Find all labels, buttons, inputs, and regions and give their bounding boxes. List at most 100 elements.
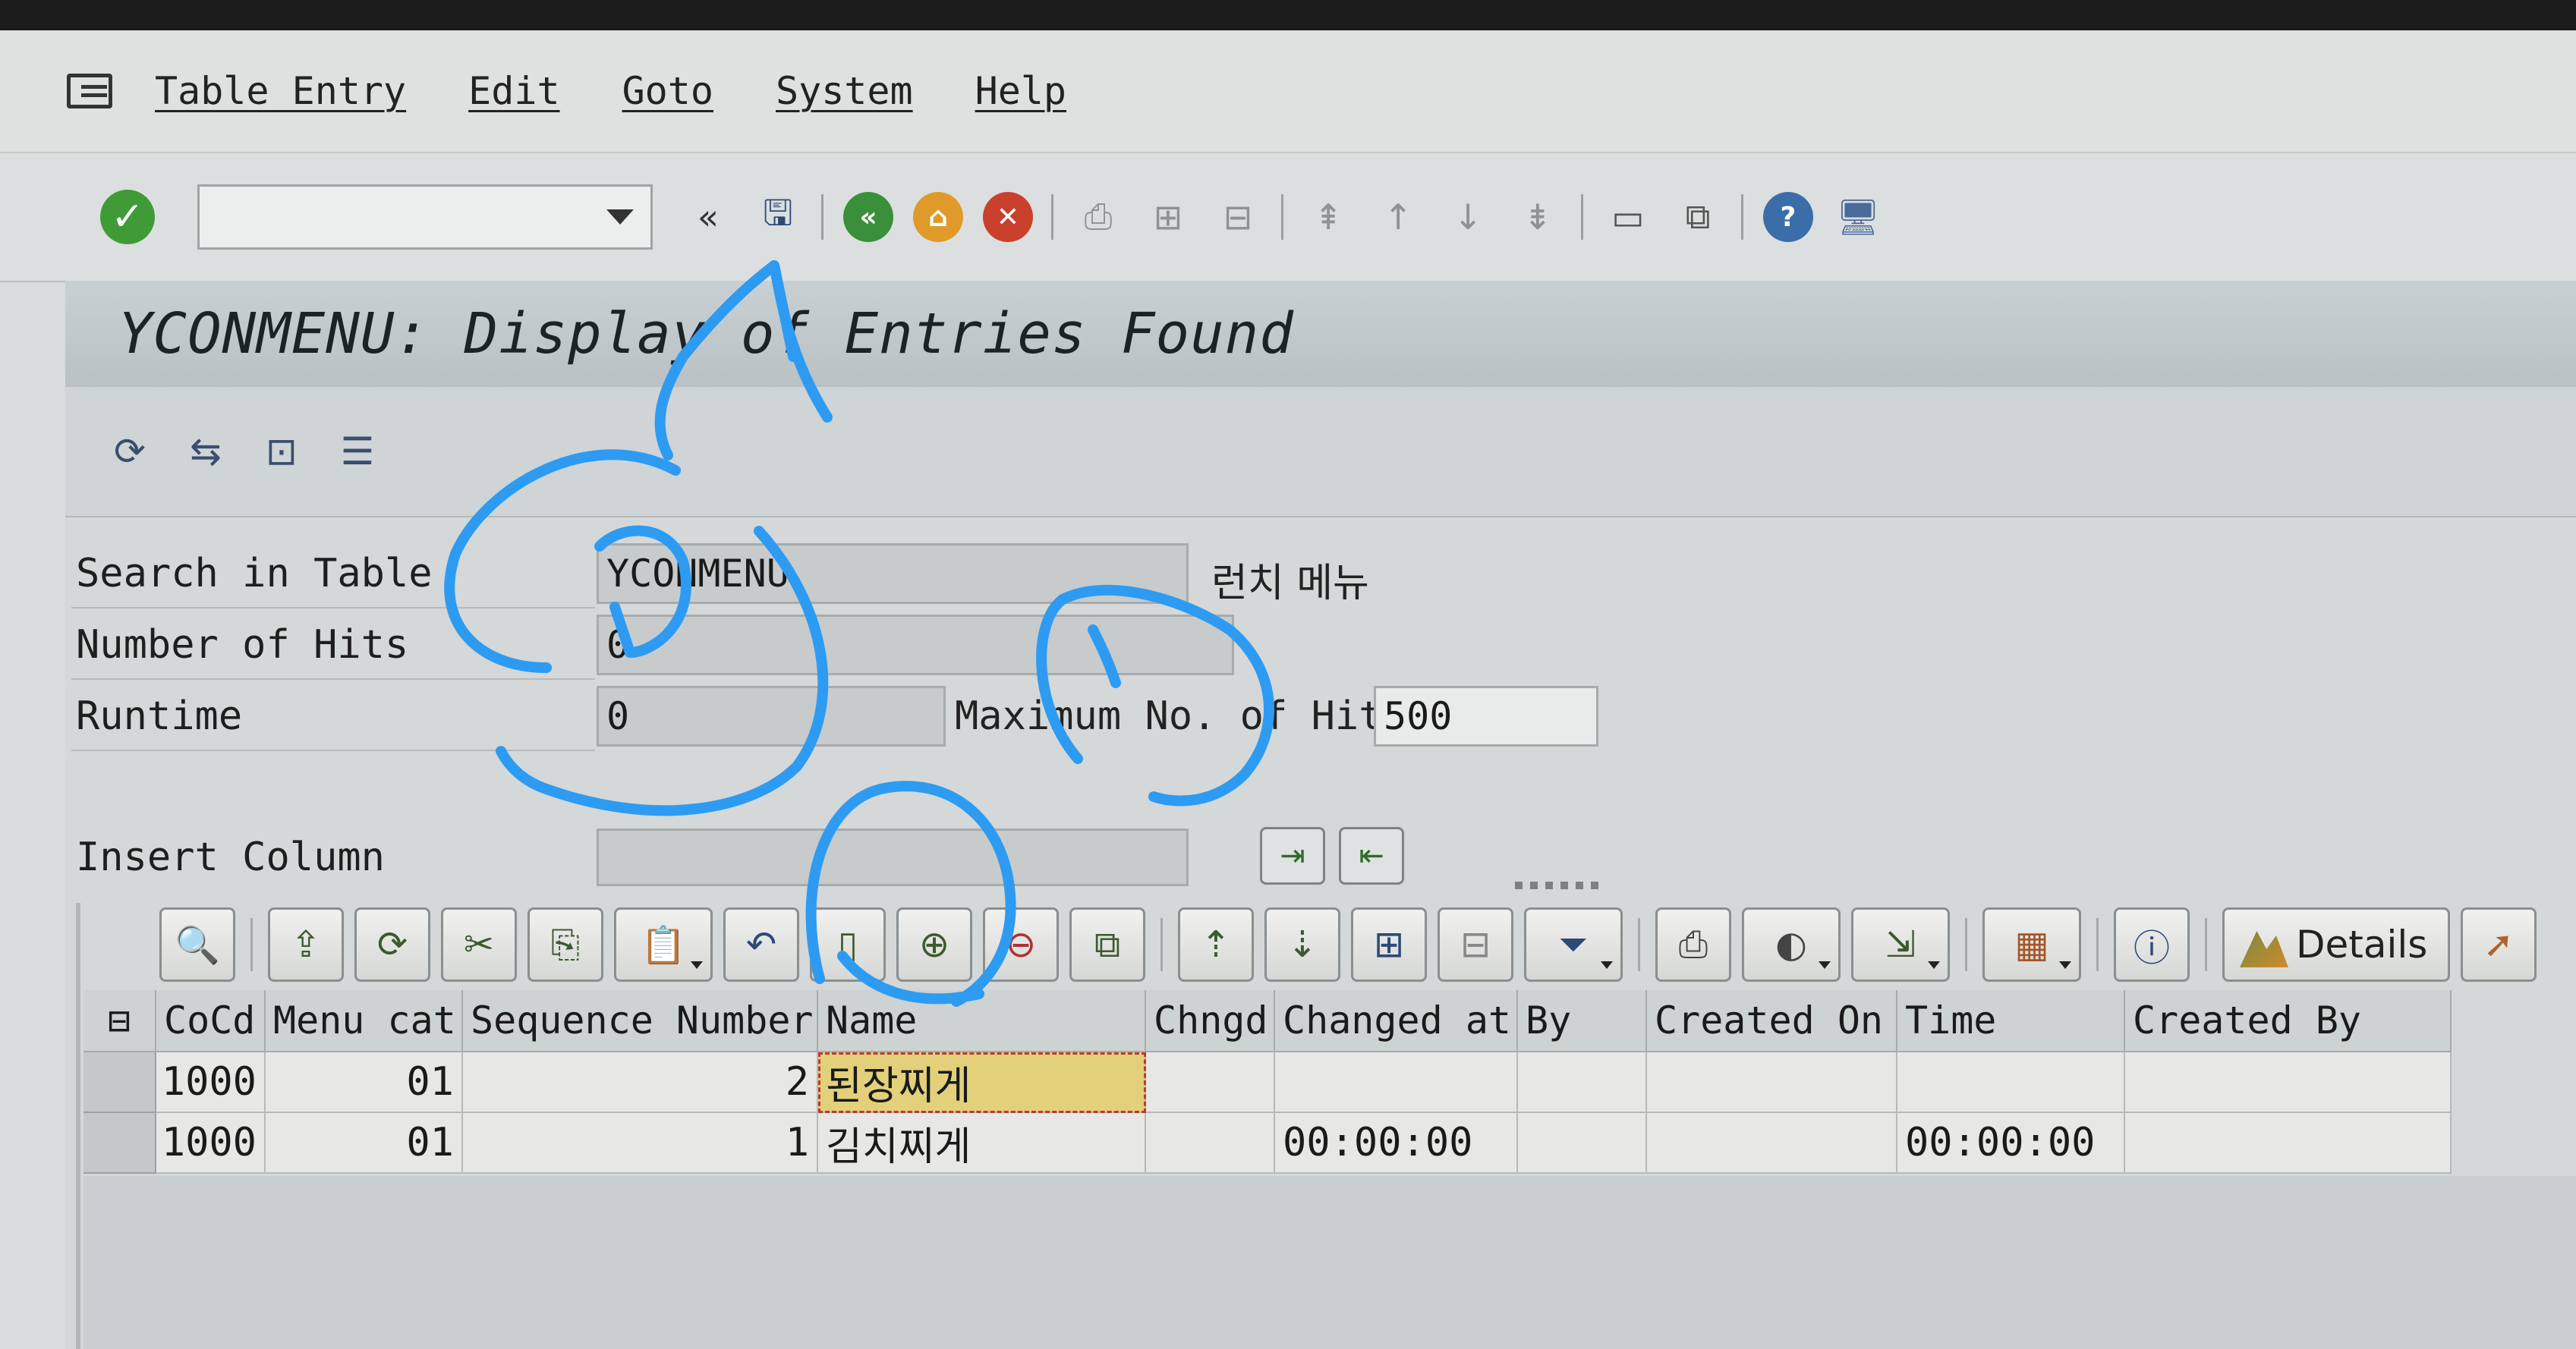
- cell-sequence-number[interactable]: 2: [463, 1052, 818, 1113]
- search-in-table-label: Search in Table: [76, 551, 433, 596]
- cell-name[interactable]: 김치찌게: [818, 1113, 1146, 1174]
- menu-goto[interactable]: Goto: [622, 69, 713, 113]
- menu-help[interactable]: Help: [975, 69, 1066, 113]
- cell-created-by[interactable]: [2125, 1052, 2452, 1113]
- check-entry-icon[interactable]: 🔍: [159, 907, 235, 982]
- insert-row-icon[interactable]: ⊕: [896, 907, 972, 982]
- print-icon[interactable]: ⎙: [1073, 192, 1123, 242]
- application-toolbar: ⟳ ⇆ ⊡ ☰: [65, 387, 2576, 517]
- cell-created-on[interactable]: [1647, 1113, 1897, 1174]
- find-icon[interactable]: ⊞: [1143, 192, 1193, 242]
- save-icon[interactable]: 🖫: [753, 192, 803, 242]
- layout-icon[interactable]: ▦: [1982, 907, 2081, 982]
- cancel-icon[interactable]: ✕: [983, 192, 1033, 242]
- first-page-icon[interactable]: ⇞: [1303, 192, 1353, 242]
- undo-icon[interactable]: ↶: [723, 907, 799, 982]
- filter-icon[interactable]: ⏷: [1524, 907, 1623, 982]
- info-icon[interactable]: ⓘ: [2114, 907, 2190, 982]
- selection-criteria-icon[interactable]: ⇆: [179, 425, 232, 478]
- cell-by[interactable]: [1518, 1052, 1647, 1113]
- cell-chngd[interactable]: [1146, 1052, 1275, 1113]
- cell-name[interactable]: 된장찌게: [818, 1052, 1146, 1113]
- menu-edit[interactable]: Edit: [468, 69, 559, 113]
- sort-ascending-icon[interactable]: ⇡: [1178, 907, 1254, 982]
- col-header-name[interactable]: Name: [818, 990, 1146, 1052]
- duplicate-row-icon[interactable]: ⧉: [1069, 907, 1145, 982]
- cell-chngd[interactable]: [1146, 1113, 1275, 1174]
- refresh-grid-icon[interactable]: ⟳: [354, 907, 430, 982]
- back-icon[interactable]: «: [843, 192, 893, 242]
- refresh-icon[interactable]: ⟳: [103, 425, 156, 478]
- sort-descending-icon[interactable]: ⇣: [1264, 907, 1340, 982]
- enter-checkmark-icon[interactable]: ✓: [100, 190, 155, 244]
- menu-system[interactable]: System: [776, 69, 913, 113]
- print-grid-icon[interactable]: ⎙: [1655, 907, 1731, 982]
- details-button[interactable]: Details: [2222, 907, 2450, 982]
- cell-time[interactable]: 00:00:00: [1897, 1113, 2125, 1174]
- find-grid-icon[interactable]: ⊞: [1351, 907, 1427, 982]
- toolbar-separator: [1051, 194, 1053, 240]
- col-header-created-on[interactable]: Created On: [1647, 990, 1897, 1052]
- alv-separator: [1965, 918, 1967, 971]
- col-header-by[interactable]: By: [1518, 990, 1647, 1052]
- table-contents-icon[interactable]: ⊡: [255, 425, 308, 478]
- system-menu-icon[interactable]: [67, 74, 112, 108]
- export-icon[interactable]: ⇲: [1851, 907, 1950, 982]
- row-selector[interactable]: [83, 1052, 156, 1113]
- paste-icon[interactable]: 📋: [614, 907, 713, 982]
- cell-changed-at[interactable]: 00:00:00: [1275, 1113, 1518, 1174]
- insert-column-button[interactable]: ⇥: [1260, 827, 1325, 885]
- exit-icon[interactable]: ⌂: [913, 192, 963, 242]
- cell-sequence-number[interactable]: 1: [463, 1113, 818, 1174]
- last-page-icon[interactable]: ⇟: [1513, 192, 1563, 242]
- cell-created-by[interactable]: [2125, 1113, 2452, 1174]
- delete-column-button[interactable]: ⇤: [1339, 827, 1404, 885]
- previous-page-icon[interactable]: ↑: [1373, 192, 1423, 242]
- col-header-cocd[interactable]: CoCd: [156, 990, 266, 1052]
- max-hits-input[interactable]: 500: [1374, 686, 1598, 747]
- views-icon[interactable]: ◐: [1742, 907, 1841, 982]
- cell-cocd[interactable]: 1000: [156, 1052, 266, 1113]
- menu-table-entry[interactable]: Table Entry: [155, 69, 406, 113]
- splitter-handle[interactable]: [1515, 882, 1606, 889]
- cell-cocd[interactable]: 1000: [156, 1113, 266, 1174]
- find-next-icon[interactable]: ⊟: [1213, 192, 1263, 242]
- col-header-menu-cat[interactable]: Menu cat: [266, 990, 463, 1052]
- grid-empty-area: [83, 1176, 2576, 1349]
- delete-row-icon[interactable]: ⊖: [983, 907, 1059, 982]
- list-icon[interactable]: ☰: [331, 425, 384, 478]
- cut-icon[interactable]: ✂: [441, 907, 517, 982]
- find-next-grid-icon[interactable]: ⊟: [1438, 907, 1513, 982]
- col-header-changed-at[interactable]: Changed at: [1275, 990, 1518, 1052]
- col-header-time[interactable]: Time: [1897, 990, 2125, 1052]
- cell-created-on[interactable]: [1647, 1052, 1897, 1113]
- new-session-icon[interactable]: ▭: [1603, 192, 1653, 242]
- grid-frame: [76, 903, 80, 1349]
- layout-menu-icon[interactable]: 🖥: [1833, 192, 1883, 242]
- table-description: 런치 메뉴: [1211, 561, 1369, 606]
- select-all-icon[interactable]: ⊟: [83, 990, 156, 1052]
- insert-column-label: Insert Column: [76, 835, 385, 880]
- col-header-chngd[interactable]: Chngd: [1146, 990, 1275, 1052]
- col-header-sequence-number[interactable]: Sequence Number: [463, 990, 818, 1052]
- append-row-icon[interactable]: ▯: [810, 907, 886, 982]
- insert-column-field[interactable]: [597, 829, 1189, 886]
- shortcut-icon[interactable]: ⧉: [1673, 192, 1723, 242]
- toolbar-separator: [1281, 194, 1283, 240]
- cell-by[interactable]: [1518, 1113, 1647, 1174]
- cell-changed-at[interactable]: [1275, 1052, 1518, 1113]
- collapse-command-icon[interactable]: «: [683, 192, 733, 242]
- help-icon[interactable]: ?: [1763, 192, 1813, 242]
- chevron-down-icon[interactable]: [606, 209, 634, 225]
- command-field[interactable]: [197, 184, 653, 250]
- cell-menu-cat[interactable]: 01: [266, 1052, 463, 1113]
- copy-icon[interactable]: ⎘: [527, 907, 603, 982]
- row-selector[interactable]: [83, 1113, 156, 1174]
- more-icon[interactable]: ➚: [2461, 907, 2537, 982]
- col-header-created-by[interactable]: Created By: [2125, 990, 2452, 1052]
- change-icon[interactable]: ⇪: [268, 907, 344, 982]
- cell-time[interactable]: [1897, 1052, 2125, 1113]
- number-of-hits-label: Number of Hits: [76, 622, 409, 668]
- next-page-icon[interactable]: ↓: [1443, 192, 1493, 242]
- cell-menu-cat[interactable]: 01: [266, 1113, 463, 1174]
